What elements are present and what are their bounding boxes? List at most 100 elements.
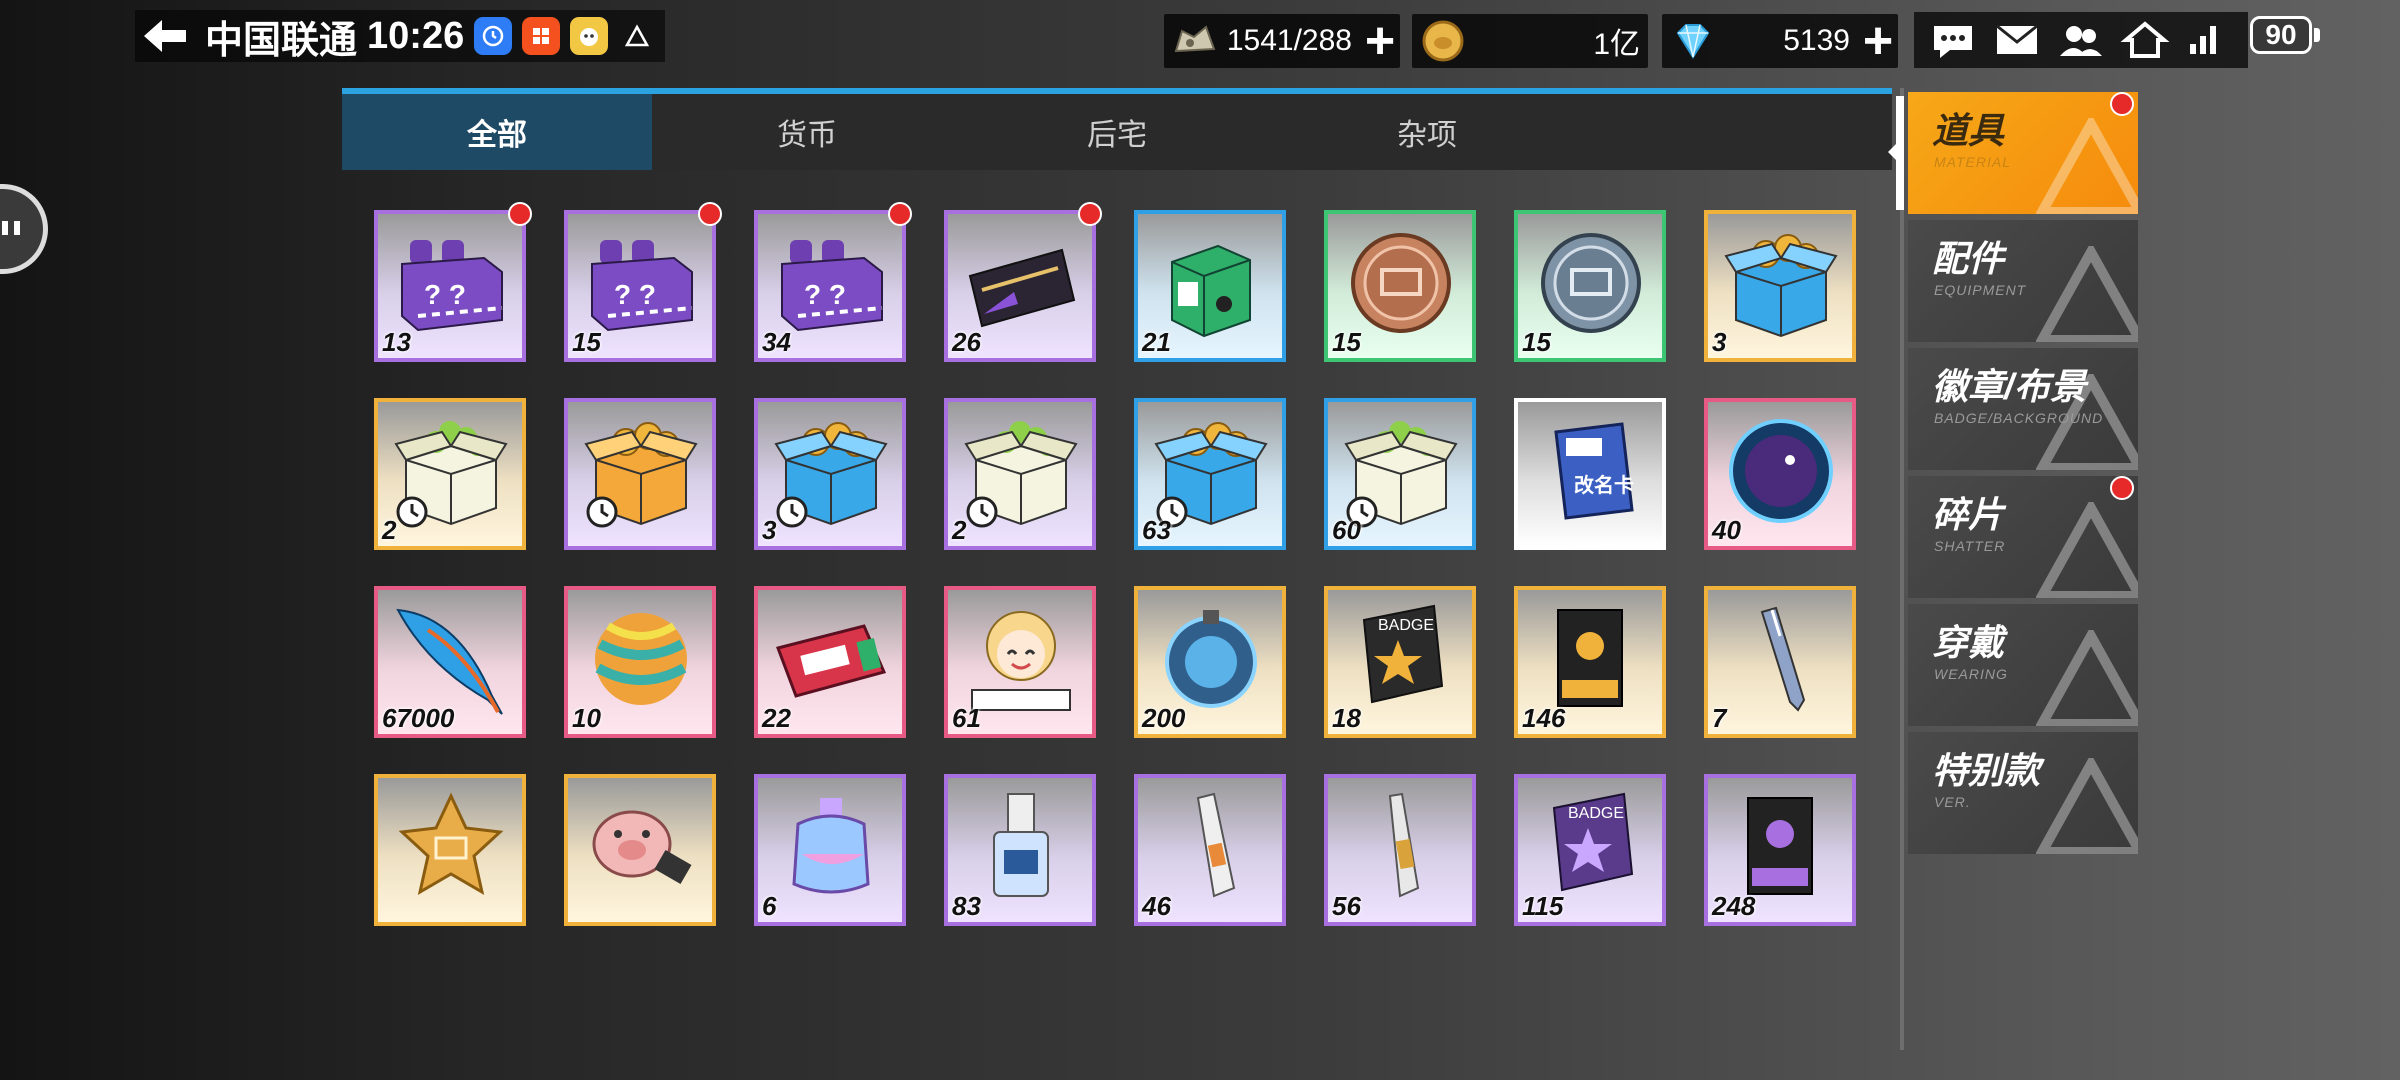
inventory-item[interactable]	[564, 774, 716, 926]
coin-value: 1亿	[1593, 28, 1640, 61]
sidebar-item-material[interactable]: 道具 MATERIAL	[1908, 92, 2138, 214]
item-count: 248	[1712, 891, 1756, 921]
item-count: 15	[1332, 327, 1361, 357]
gem-add-button[interactable]: +	[1858, 15, 1898, 67]
item-count: 22	[762, 703, 791, 733]
inventory-item[interactable]: 21	[1134, 210, 1286, 362]
battery-indicator: 90	[2250, 16, 2312, 54]
inventory-item[interactable]: 22	[754, 586, 906, 738]
inventory-item[interactable]: BADGE 115	[1514, 774, 1666, 926]
inventory-item[interactable]: ? ? 13	[374, 202, 532, 362]
rename-card-icon: 改名卡	[1528, 408, 1654, 534]
inventory-item[interactable]: 改名卡	[1514, 398, 1666, 550]
inventory-item[interactable]: 15	[1324, 210, 1476, 362]
inventory-item[interactable]: 2	[374, 398, 526, 550]
inventory-item[interactable]: 63	[1134, 398, 1286, 550]
gem-counter: 5139 +	[1662, 14, 1898, 68]
svg-text:? ?: ? ?	[424, 279, 466, 310]
inventory-item[interactable]: 67000	[374, 586, 526, 738]
mail-icon[interactable]	[1992, 20, 2042, 60]
item-count: 40	[1712, 515, 1741, 545]
category-tabs: 全部 货币 后宅 杂项	[342, 88, 1892, 170]
inventory-item[interactable]: 146	[1514, 586, 1666, 738]
tab-dorm[interactable]: 后宅	[962, 94, 1272, 170]
item-count: 2	[952, 515, 967, 545]
sidebar-item-equipment[interactable]: 配件 EQUIPMENT	[1908, 220, 2138, 342]
category-emblem-icon	[2035, 497, 2138, 598]
carrier-name: 中国联通	[205, 19, 358, 62]
tab-all[interactable]: 全部	[342, 94, 652, 170]
timed-coin-box-icon	[578, 408, 704, 534]
item-count: 115	[1522, 891, 1564, 921]
item-count: 13	[382, 327, 411, 357]
sidebar-item-wearing[interactable]: 穿戴 WEARING	[1908, 604, 2138, 726]
sidebar-item-label: 配件	[1932, 238, 2005, 279]
timed-blue-box-icon	[768, 408, 894, 534]
item-count: 18	[1332, 703, 1361, 733]
back-arrow-icon	[144, 20, 186, 52]
gem-value: 5139	[1783, 24, 1850, 57]
home-icon[interactable]	[2120, 20, 2170, 60]
new-badge-dot	[2110, 476, 2134, 500]
new-badge-dot	[698, 202, 722, 226]
inventory-item[interactable]	[374, 774, 526, 926]
inventory-item[interactable]: 56	[1324, 774, 1476, 926]
star-coin-icon	[388, 784, 514, 910]
item-count: 61	[952, 703, 981, 733]
friends-icon[interactable]	[2056, 20, 2106, 60]
sidebar-item-sublabel: EQUIPMENT	[1934, 282, 2027, 298]
inventory-item[interactable]: 248	[1704, 774, 1856, 926]
inventory-item[interactable]: BADGE 18	[1324, 586, 1476, 738]
inventory-item[interactable]: 3	[1704, 210, 1856, 362]
item-count: 46	[1142, 891, 1171, 921]
svg-text:改名卡: 改名卡	[1574, 473, 1634, 497]
inventory-item[interactable]: ? ? 15	[564, 202, 722, 362]
inventory-item[interactable]: 60	[1324, 398, 1476, 550]
inventory-item[interactable]: 2	[944, 398, 1096, 550]
item-count: 10	[572, 703, 601, 733]
floating-assist-button[interactable]	[0, 184, 48, 274]
inventory-item[interactable]: 3	[754, 398, 906, 550]
sidebar-divider	[1900, 88, 1904, 1050]
stamina-add-button[interactable]: +	[1360, 15, 1400, 67]
inventory-item[interactable]: 40	[1704, 398, 1856, 550]
tab-misc[interactable]: 杂项	[1272, 94, 1582, 170]
sidebar-active-arrow	[1888, 142, 1898, 162]
sidebar-item-shatter[interactable]: 碎片 SHATTER	[1908, 476, 2138, 598]
item-count: 200	[1142, 703, 1186, 733]
new-badge-dot	[2110, 92, 2134, 116]
sidebar-item-special[interactable]: 特别款 VER.	[1908, 732, 2138, 854]
sidebar-item-sublabel: VER.	[1934, 794, 1971, 810]
sidebar-item-badge-background[interactable]: 徽章/布景 BADGE/BACKGROUND	[1908, 348, 2138, 470]
item-count: 7	[1712, 703, 1727, 733]
coin-chest-blue-icon	[1718, 220, 1844, 346]
inventory-item[interactable]: 10	[564, 586, 716, 738]
inventory-item[interactable]: 83	[944, 774, 1096, 926]
inventory-item[interactable]: 61	[944, 586, 1096, 738]
inventory-item[interactable]: 26	[944, 202, 1102, 362]
chat-icon[interactable]	[1928, 18, 1978, 62]
clock-time: 10:26	[367, 14, 465, 57]
svg-text:? ?: ? ?	[614, 279, 656, 310]
inventory-item[interactable]: 6	[754, 774, 906, 926]
sidebar-item-label: 特别款	[1932, 750, 2041, 791]
tab-currency[interactable]: 货币	[652, 94, 962, 170]
new-badge-dot	[508, 202, 532, 226]
item-count: 15	[1522, 327, 1551, 357]
sidebar-item-label: 碎片	[1932, 494, 2005, 535]
inventory-item[interactable]: ? ? 34	[754, 202, 912, 362]
inventory-item[interactable]: 7	[1704, 586, 1856, 738]
sidebar-item-sublabel: WEARING	[1934, 666, 2008, 682]
stamina-counter: 1541/288 +	[1164, 14, 1400, 68]
perfume-bottle-icon	[768, 784, 894, 910]
item-count: 83	[952, 891, 981, 921]
back-button[interactable]	[135, 10, 195, 62]
inventory-item[interactable]: 15	[1514, 210, 1666, 362]
item-count: 6	[762, 891, 777, 921]
inventory-item[interactable]: 46	[1134, 774, 1286, 926]
item-count: 3	[762, 515, 777, 545]
inventory-item[interactable]: 200	[1134, 586, 1286, 738]
item-count: 21	[1142, 327, 1171, 357]
inventory-item[interactable]	[564, 398, 716, 550]
new-badge-dot	[888, 202, 912, 226]
